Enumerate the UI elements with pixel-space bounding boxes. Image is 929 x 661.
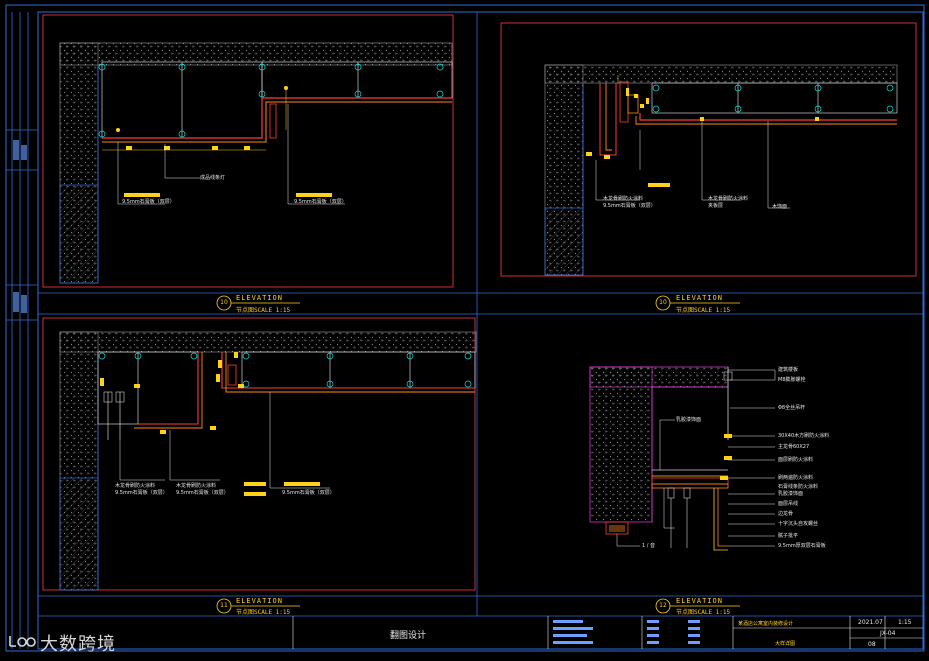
- elevation-4-title: ELEVATION: [676, 597, 723, 605]
- elevation-3-scale: 节点图SCALE 1:15: [236, 609, 291, 616]
- panel-4-callout-right-13: 腻子批平: [778, 533, 799, 539]
- elevation-1-number: 10: [220, 299, 228, 306]
- panel-3-callout-1: 木龙骨刷防火涂料: [115, 483, 156, 489]
- panel-4-callout-right-8: 石膏线条防火涂料: [778, 484, 819, 490]
- elevation-1-scale: 节点图SCALE 1:15: [236, 307, 291, 314]
- elevation-2-scale: 节点图SCALE 1:15: [676, 307, 731, 314]
- panel-4-callout-right-5: 主龙骨60X27: [778, 444, 810, 450]
- drawing-frame: [37, 11, 924, 650]
- panel-2-callout-4: 夹板层: [708, 203, 724, 209]
- panel-2-drawing: [500, 22, 917, 277]
- panel-2-callout-3: 木龙骨刷防火涂料: [708, 196, 749, 202]
- panel-4-callout-right-3: Φ8全丝吊杆: [778, 405, 806, 411]
- sheet-border: [5, 4, 925, 652]
- panel-4-callout-right-10: 面层吊线: [778, 501, 799, 507]
- elevation-2-number: 10: [659, 299, 667, 306]
- panel-3-drawing: [42, 317, 477, 591]
- elevation-4-scale: 节点图SCALE 1:15: [676, 609, 731, 616]
- panel-4-callout-right-7: 刷两遍防火涂料: [778, 475, 814, 481]
- title-block-scale: 1:15: [898, 619, 912, 626]
- panel-2-callout-5: 木饰面: [772, 204, 788, 210]
- panel-4-callout-right-1: 建筑楼板: [778, 367, 799, 373]
- panel-4-callout-right-4: 30X40木方刷防火涂料: [778, 433, 830, 439]
- panel-3-callout-4: 9.5mm石膏板（双层）: [176, 490, 229, 496]
- watermark-logo-icon: [9, 636, 36, 647]
- panel-4-callout-right-14: 9.5mm厚双层石膏板: [778, 543, 826, 549]
- panel-3-callout-2: 9.5mm石膏板（双层）: [115, 490, 168, 496]
- elevation-4-number: 12: [659, 602, 667, 609]
- panel-1-callout-3: 9.5mm石膏板（双层）: [294, 199, 347, 205]
- panel-1-callout-1: 成品线条灯: [200, 175, 226, 181]
- title-block-subtitle: 翻图设计: [390, 631, 427, 641]
- elevation-1-title: ELEVATION: [236, 294, 283, 302]
- title-block-sheet-name: 大样详图: [775, 641, 796, 647]
- panel-2-callout-1: 木龙骨刷防火涂料: [603, 196, 644, 202]
- elevation-2-title: ELEVATION: [676, 294, 723, 302]
- title-block-lines: [292, 616, 923, 649]
- panel-4-callout-right-6: 面层刷防火涂料: [778, 457, 814, 463]
- panel-2-callout-2: 9.5mm石膏板（双层）: [603, 203, 656, 209]
- panel-4-callout-left-1: 乳胶漆饰面: [676, 417, 702, 423]
- watermark-text: 大数跨境: [40, 634, 116, 655]
- panel-4-callout-right-2: M8膨胀螺栓: [778, 377, 806, 383]
- panel-3-callout-5: 9.5mm石膏板（双层）: [282, 490, 335, 496]
- panel-4-callout-left-2: 1 / 音: [642, 543, 656, 549]
- title-block-fills: [553, 620, 700, 644]
- title-block-date: 2021.07: [858, 619, 883, 626]
- left-revision-strip: [6, 12, 38, 649]
- panel-4-callout-right-12: 十字沉头自攻螺丝: [778, 521, 819, 527]
- title-block-drawing-no: JX-04: [880, 630, 896, 637]
- panel-4-callout-right-11: 边龙骨: [778, 511, 794, 517]
- panel-4-drawing: [589, 366, 776, 551]
- elevation-3-title: ELEVATION: [236, 597, 283, 605]
- panel-4-callout-right-9: 乳胶漆饰面: [778, 491, 804, 497]
- panel-1-callout-2: 9.5mm石膏板（双层）: [122, 199, 175, 205]
- panel-3-callout-3: 木龙骨刷防火涂料: [176, 483, 217, 489]
- panel-1-drawing: [42, 14, 454, 288]
- title-block-project: 某酒店公寓室内装修设计: [738, 621, 794, 627]
- cad-drawing-canvas: [5, 4, 925, 652]
- title-block-page: 08: [868, 641, 876, 648]
- elevation-3-number: 11: [220, 602, 228, 609]
